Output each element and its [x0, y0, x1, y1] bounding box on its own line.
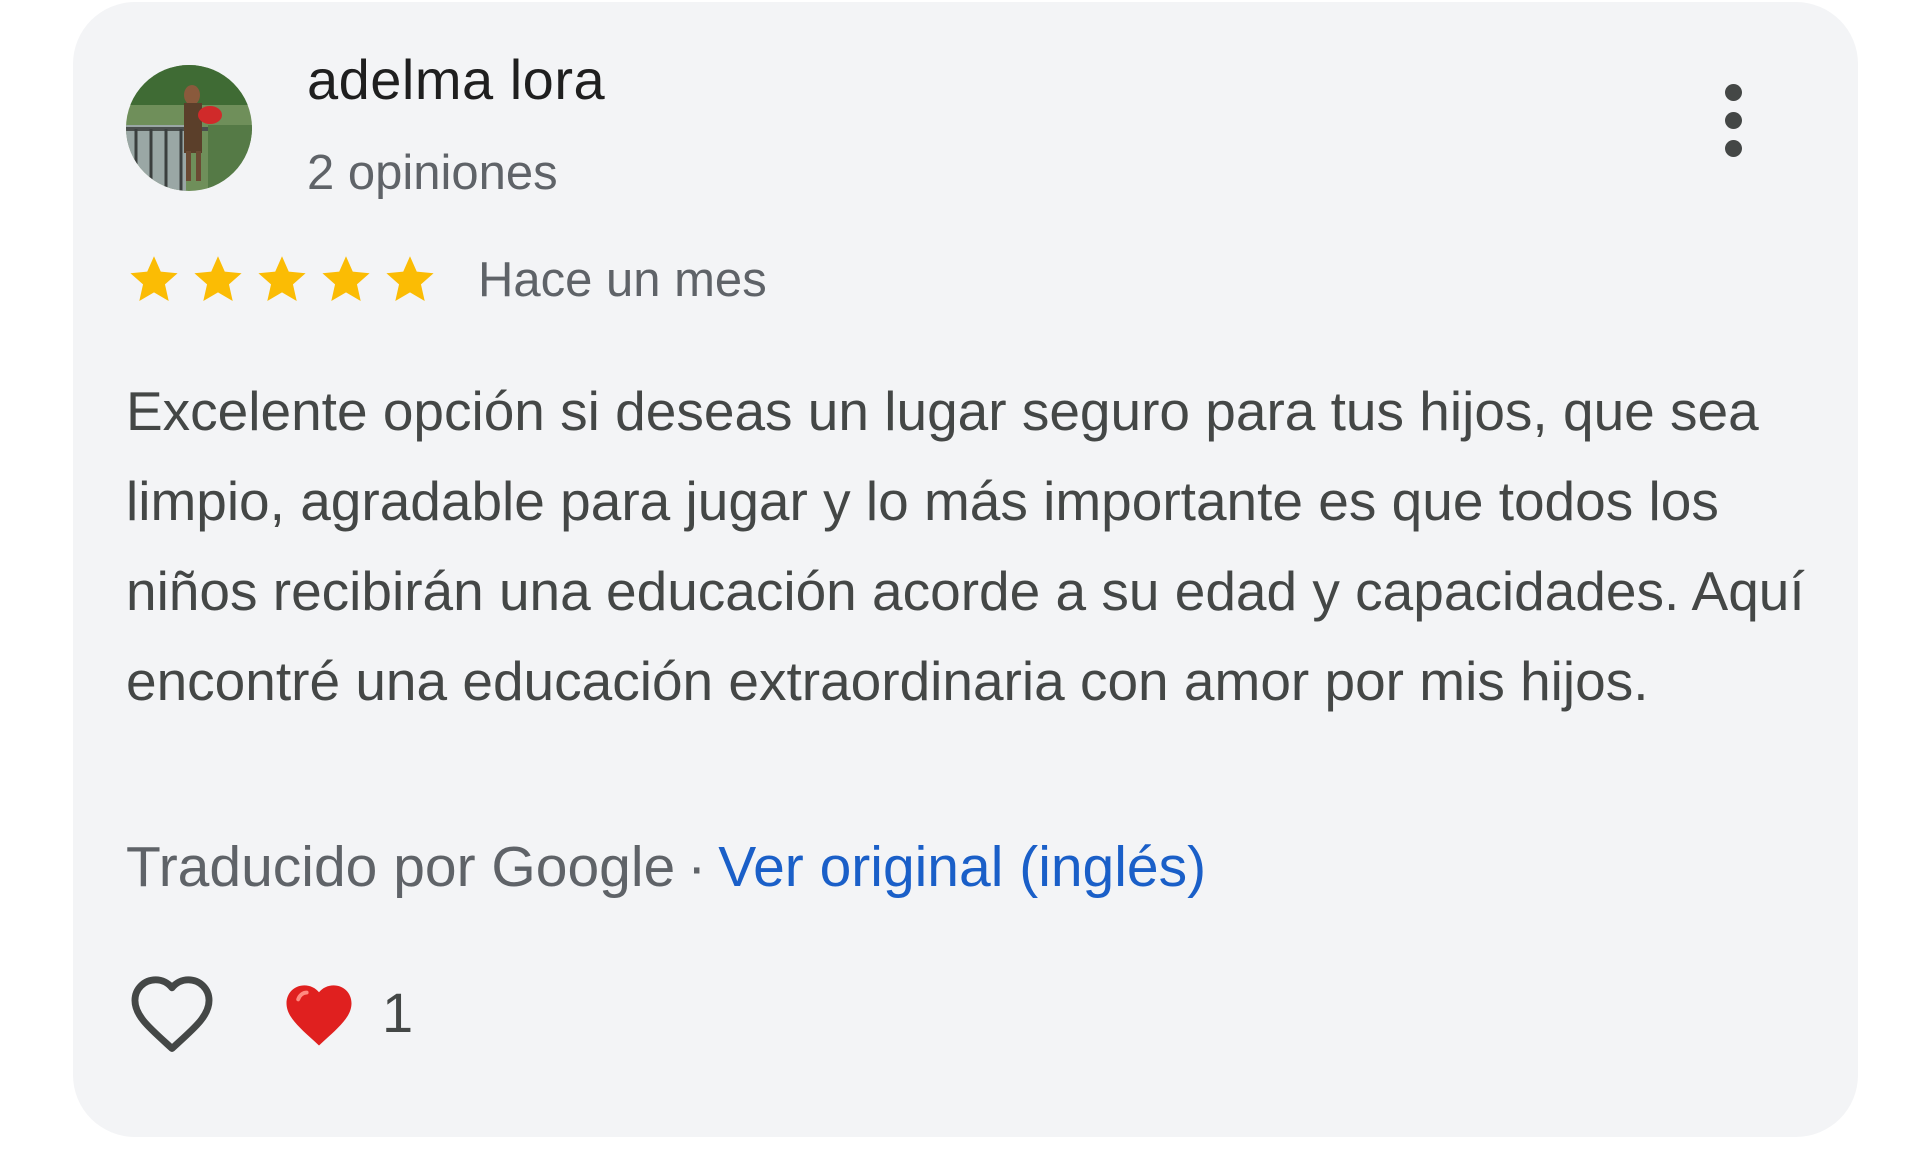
separator-dot: · — [687, 835, 707, 899]
translation-label: Traducido por Google — [126, 835, 676, 899]
star-rating — [126, 252, 446, 308]
author-review-count: 2 opiniones — [307, 146, 558, 200]
review-card: adelma lora 2 opiniones Hace un mes Exce… — [73, 2, 1858, 1137]
star-icon — [322, 256, 370, 301]
star-icon — [386, 256, 434, 301]
reaction-count: 1 — [382, 981, 414, 1044]
star-icon — [130, 256, 178, 301]
author-name[interactable]: adelma lora — [307, 52, 605, 108]
reaction-summary[interactable]: 1 — [280, 976, 413, 1050]
translation-line: Traducido por Google · Ver original (inglé… — [126, 822, 1206, 912]
avatar-photo — [126, 65, 252, 191]
rating-row: Hace un mes — [126, 252, 767, 308]
review-date: Hace un mes — [478, 252, 767, 307]
review-text: Excelente opción si deseas un lugar segu… — [126, 380, 1805, 712]
avatar[interactable] — [126, 65, 252, 191]
star-icon — [194, 256, 242, 301]
heart-outline-icon[interactable] — [126, 971, 218, 1055]
more-vert-icon[interactable] — [1713, 84, 1753, 174]
reaction-bar: 1 — [126, 968, 413, 1058]
view-original-link[interactable]: Ver original (inglés) — [718, 835, 1206, 899]
red-heart-emoji-icon — [286, 985, 352, 1046]
star-icon — [258, 256, 306, 301]
